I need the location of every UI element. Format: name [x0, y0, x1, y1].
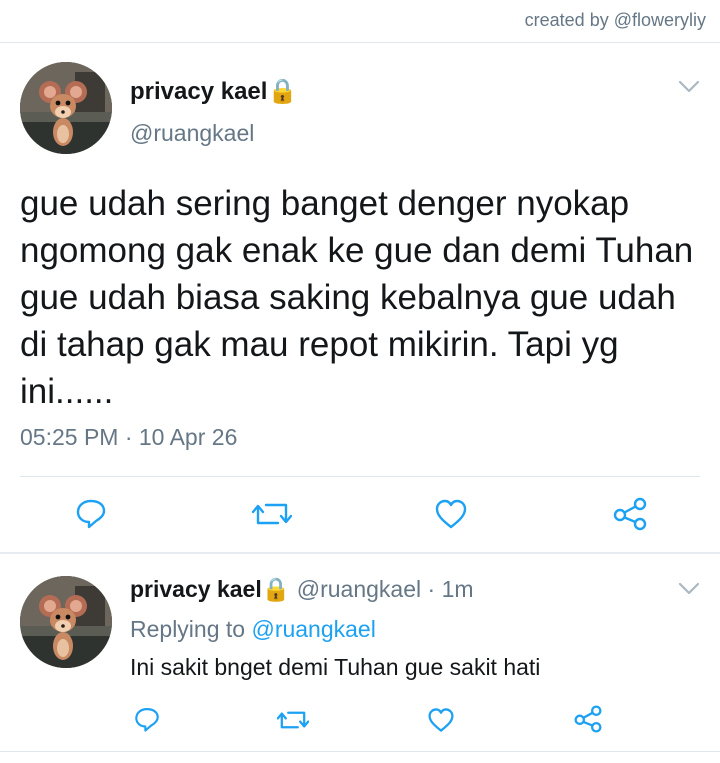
action-divider [20, 476, 700, 477]
top-divider [0, 42, 720, 43]
retweet-icon[interactable] [252, 498, 292, 530]
display-name-text: privacy kael [130, 78, 268, 105]
reply-time-ago: · 1m [427, 576, 474, 602]
avatar[interactable] [20, 62, 112, 154]
reply-header: privacy kael🔒 @ruangkael · 1m [130, 576, 474, 603]
reply-handle[interactable]: @ruangkael [297, 576, 421, 602]
chevron-down-icon[interactable] [678, 80, 700, 94]
lock-icon: 🔒 [267, 78, 298, 105]
tweet-separator [0, 552, 720, 554]
like-icon[interactable] [427, 707, 455, 733]
tweet-display-name[interactable]: privacy kael🔒 [130, 77, 297, 106]
tweet-handle[interactable]: @ruangkael [130, 120, 254, 147]
reply-avatar[interactable] [20, 576, 112, 668]
avatar-mouse-image [20, 62, 112, 154]
replying-handle-link[interactable]: @ruangkael [251, 616, 375, 642]
avatar-mouse-image [20, 576, 112, 668]
tweet-text: gue udah sering banget denger nyokap ngo… [20, 184, 694, 411]
replying-to: Replying to @ruangkael [130, 616, 376, 643]
credit-text: created by @floweryliy [524, 10, 706, 30]
share-icon[interactable] [573, 705, 603, 733]
bottom-divider [0, 751, 720, 752]
retweet-icon[interactable] [277, 707, 309, 733]
reply-icon[interactable] [133, 705, 161, 733]
reply-icon[interactable] [74, 496, 108, 530]
lock-icon: 🔒 [261, 576, 291, 602]
chevron-down-icon[interactable] [678, 582, 700, 596]
share-icon[interactable] [612, 497, 648, 531]
tweet-timestamp[interactable]: 05:25 PM · 10 Apr 26 [20, 424, 237, 451]
reply-display-name[interactable]: privacy kael [130, 576, 262, 602]
reply-text: Ini sakit bnget demi Tuhan gue sakit hat… [130, 654, 541, 680]
like-icon[interactable] [434, 498, 468, 530]
replying-prefix: Replying to [130, 616, 246, 642]
